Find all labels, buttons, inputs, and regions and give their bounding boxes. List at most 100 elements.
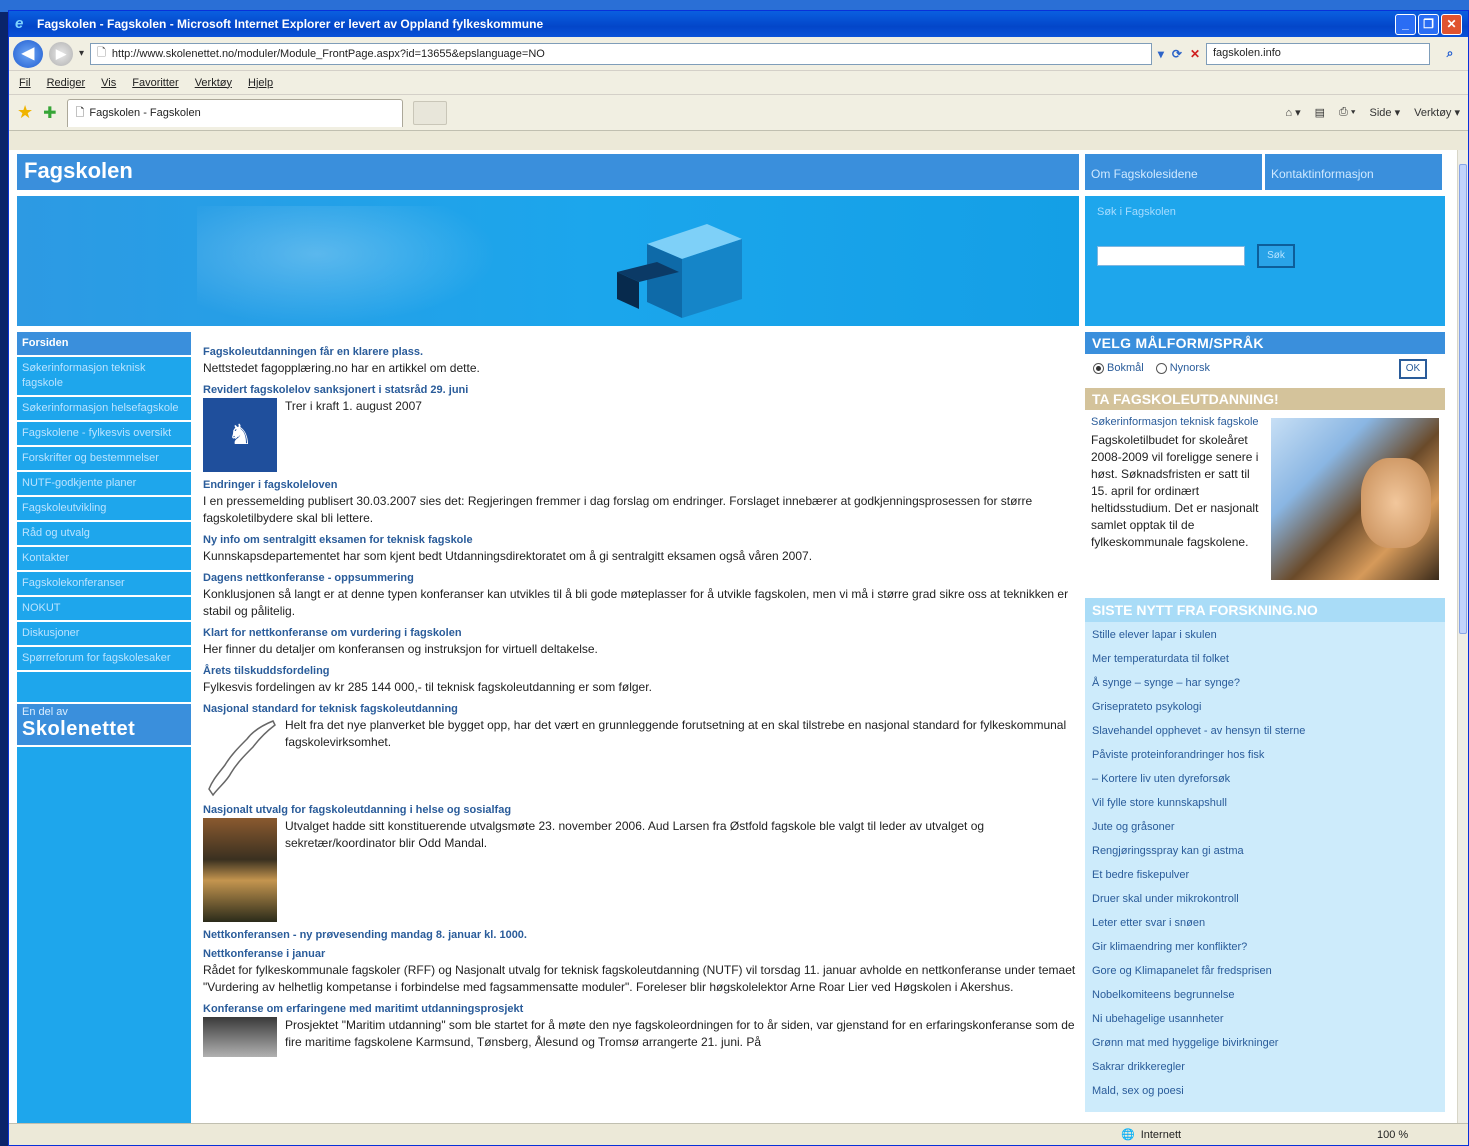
nav-nutf-planer[interactable]: NUTF-godkjente planer: [17, 472, 191, 497]
tab-fagskolen[interactable]: 🗋 Fagskolen - Fagskolen: [66, 98, 403, 127]
news-headline[interactable]: Klart for nettkonferanse om vurdering i …: [203, 627, 1079, 639]
news-headline[interactable]: Konferanse om erfaringene med maritimt u…: [203, 1003, 1079, 1015]
zoom-level[interactable]: 100 %: [1377, 1129, 1408, 1141]
page-icon: 🗋: [75, 106, 85, 119]
menu-view[interactable]: Vis: [101, 77, 116, 89]
research-news-link[interactable]: Ni ubehagelige usannheter: [1092, 1012, 1438, 1036]
news-headline[interactable]: Dagens nettkonferanse - oppsummering: [203, 572, 1079, 584]
nav-fagskoleutvikling[interactable]: Fagskoleutvikling: [17, 497, 191, 522]
right-column: VELG MÅLFORM/SPRÅK Bokmål Nynorsk OK TA …: [1085, 332, 1445, 1112]
title-bar: e Fagskolen - Fagskolen - Microsoft Inte…: [9, 11, 1468, 37]
nav-sokerinfo-teknisk[interactable]: Søkerinformasjon teknisk fagskole: [17, 357, 191, 397]
news-headline[interactable]: Nettkonferanse i januar: [203, 948, 1079, 960]
news-body: Kunnskapsdepartementet har som kjent bed…: [203, 549, 813, 563]
research-news-link[interactable]: Nobelkomiteens begrunnelse: [1092, 988, 1438, 1012]
research-news-link[interactable]: Påviste proteinforandringer hos fisk: [1092, 748, 1438, 772]
topnav-about[interactable]: Om Fagskolesidene: [1085, 154, 1265, 190]
favorites-star-icon[interactable]: ★: [17, 102, 33, 123]
menu-favorites[interactable]: Favoritter: [132, 77, 178, 89]
forward-button[interactable]: ▶: [49, 41, 73, 66]
search-icon[interactable]: ⌕: [1436, 46, 1464, 61]
radio-bokmal[interactable]: Bokmål: [1093, 362, 1144, 374]
research-news-link[interactable]: Mald, sex og poesi: [1092, 1084, 1438, 1108]
research-news-link[interactable]: Gore og Klimapanelet får fredsprisen: [1092, 964, 1438, 988]
news-headline[interactable]: Fagskoleutdanningen får en klarere plass…: [203, 346, 1079, 358]
news-item: Nettkonferansen - ny prøvesending mandag…: [203, 929, 1079, 941]
nav-rad-og-utvalg[interactable]: Råd og utvalg: [17, 522, 191, 547]
nav-forsiden[interactable]: Forsiden: [17, 332, 191, 357]
nav-nokut[interactable]: NOKUT: [17, 597, 191, 622]
history-dropdown-icon[interactable]: ▾: [79, 48, 84, 59]
vertical-scrollbar[interactable]: [1457, 150, 1468, 1125]
nav-forskrifter[interactable]: Forskrifter og bestemmelser: [17, 447, 191, 472]
nav-sporreforum[interactable]: Spørreforum for fagskolesaker: [17, 647, 191, 672]
refresh-icon[interactable]: ⟳: [1172, 47, 1182, 61]
add-favorite-icon[interactable]: ✚: [43, 103, 56, 123]
news-headline[interactable]: Nasjonalt utvalg for fagskoleutdanning i…: [203, 804, 1079, 816]
news-item: Revidert fagskolelov sanksjonert i stats…: [203, 384, 1079, 472]
nav-fylkesvis[interactable]: Fagskolene - fylkesvis oversikt: [17, 422, 191, 447]
research-news-link[interactable]: – Kortere liv uten dyreforsøk: [1092, 772, 1438, 796]
print-icon[interactable]: ⎙ ▾: [1339, 106, 1355, 119]
news-headline[interactable]: Nettkonferansen - ny prøvesending mandag…: [203, 929, 1079, 941]
norway-map-icon: [208, 720, 276, 797]
research-news-link[interactable]: Sakrar drikkeregler: [1092, 1060, 1438, 1084]
tools-menu[interactable]: Verktøy ▾: [1414, 106, 1460, 119]
nav-kontakter[interactable]: Kontakter: [17, 547, 191, 572]
minimize-button[interactable]: _: [1395, 13, 1416, 35]
language-ok-button[interactable]: OK: [1399, 359, 1427, 379]
news-headline[interactable]: Nasjonal standard for teknisk fagskoleut…: [203, 703, 1079, 715]
research-news-link[interactable]: Gir klimaendring mer konflikter?: [1092, 940, 1438, 964]
site-search-button[interactable]: Søk: [1257, 244, 1295, 268]
menu-file[interactable]: Fil: [19, 77, 31, 89]
research-news-link[interactable]: Rengjøringsspray kan gi astma: [1092, 844, 1438, 868]
menu-edit[interactable]: Rediger: [47, 77, 86, 89]
back-button[interactable]: ◀: [13, 39, 43, 68]
news-headline[interactable]: Revidert fagskolelov sanksjonert i stats…: [203, 384, 1079, 396]
url-dropdown-icon[interactable]: ▾: [1158, 47, 1164, 61]
web-search-input[interactable]: fagskolen.info: [1206, 42, 1430, 65]
close-button[interactable]: ✕: [1441, 13, 1462, 35]
portrait-photo: [203, 818, 277, 922]
news-body: I en pressemelding publisert 30.03.2007 …: [203, 494, 1033, 525]
url-field[interactable]: 🗋 http://www.skolenettet.no/moduler/Modu…: [90, 42, 1152, 65]
news-item: Klart for nettkonferanse om vurdering i …: [203, 627, 1079, 658]
news-item: Nasjonal standard for teknisk fagskoleut…: [203, 703, 1079, 797]
feeds-icon[interactable]: ▤: [1315, 106, 1325, 119]
research-news-link[interactable]: Mer temperaturdata til folket: [1092, 652, 1438, 676]
nav-diskusjoner[interactable]: Diskusjoner: [17, 622, 191, 647]
promo-link[interactable]: Søkerinformasjon teknisk fagskole: [1091, 414, 1265, 430]
research-news-link[interactable]: Jute og gråsoner: [1092, 820, 1438, 844]
stop-icon[interactable]: ✕: [1190, 47, 1200, 61]
research-news-link[interactable]: Slavehandel opphevet - av hensyn til ste…: [1092, 724, 1438, 748]
research-news-link[interactable]: Å synge – synge – har synge?: [1092, 676, 1438, 700]
page-menu[interactable]: Side ▾: [1370, 106, 1401, 119]
radio-nynorsk[interactable]: Nynorsk: [1155, 362, 1210, 374]
skolenettet-logo[interactable]: En del av Skolenettet: [17, 704, 191, 747]
window-title: Fagskolen - Fagskolen - Microsoft Intern…: [37, 17, 544, 31]
security-zone: Internett: [1140, 1128, 1182, 1141]
nav-konferanser[interactable]: Fagskolekonferanser: [17, 572, 191, 597]
nav-sokerinfo-helse[interactable]: Søkerinformasjon helsefagskole: [17, 397, 191, 422]
news-headline[interactable]: Årets tilskuddsfordeling: [203, 665, 1079, 677]
site-search-input[interactable]: [1097, 246, 1245, 266]
research-news-link[interactable]: Druer skal under mikrokontroll: [1092, 892, 1438, 916]
topnav-contact[interactable]: Kontaktinformasjon: [1265, 154, 1445, 190]
news-headline[interactable]: Endringer i fagskoleloven: [203, 479, 1079, 491]
news-column: Fagskoleutdanningen får en klarere plass…: [203, 346, 1079, 1064]
new-tab-button[interactable]: [412, 100, 447, 125]
news-headline[interactable]: Ny info om sentralgitt eksamen for tekni…: [203, 534, 1079, 546]
research-news-link[interactable]: Vil fylle store kunnskapshull: [1092, 796, 1438, 820]
news-body: Rådet for fylkeskommunale fagskoler (RFF…: [203, 963, 1076, 994]
research-news-link[interactable]: Et bedre fiskepulver: [1092, 868, 1438, 892]
menu-tools[interactable]: Verktøy: [195, 77, 232, 89]
news-item: Endringer i fagskoleloven I en pressemel…: [203, 479, 1079, 527]
home-icon[interactable]: ⌂ ▾: [1285, 106, 1300, 119]
research-news-link[interactable]: Grønn mat med hyggelige bivirkninger: [1092, 1036, 1438, 1060]
research-news-link[interactable]: Leter etter svar i snøen: [1092, 916, 1438, 940]
research-news-link[interactable]: Griseprateto psykologi: [1092, 700, 1438, 724]
research-news-link[interactable]: Stille elever lapar i skulen: [1092, 628, 1438, 652]
maximize-button[interactable]: ❐: [1418, 13, 1439, 35]
menu-help[interactable]: Hjelp: [248, 77, 273, 89]
site-search-panel: Søk i Fagskolen Søk: [1085, 196, 1445, 326]
